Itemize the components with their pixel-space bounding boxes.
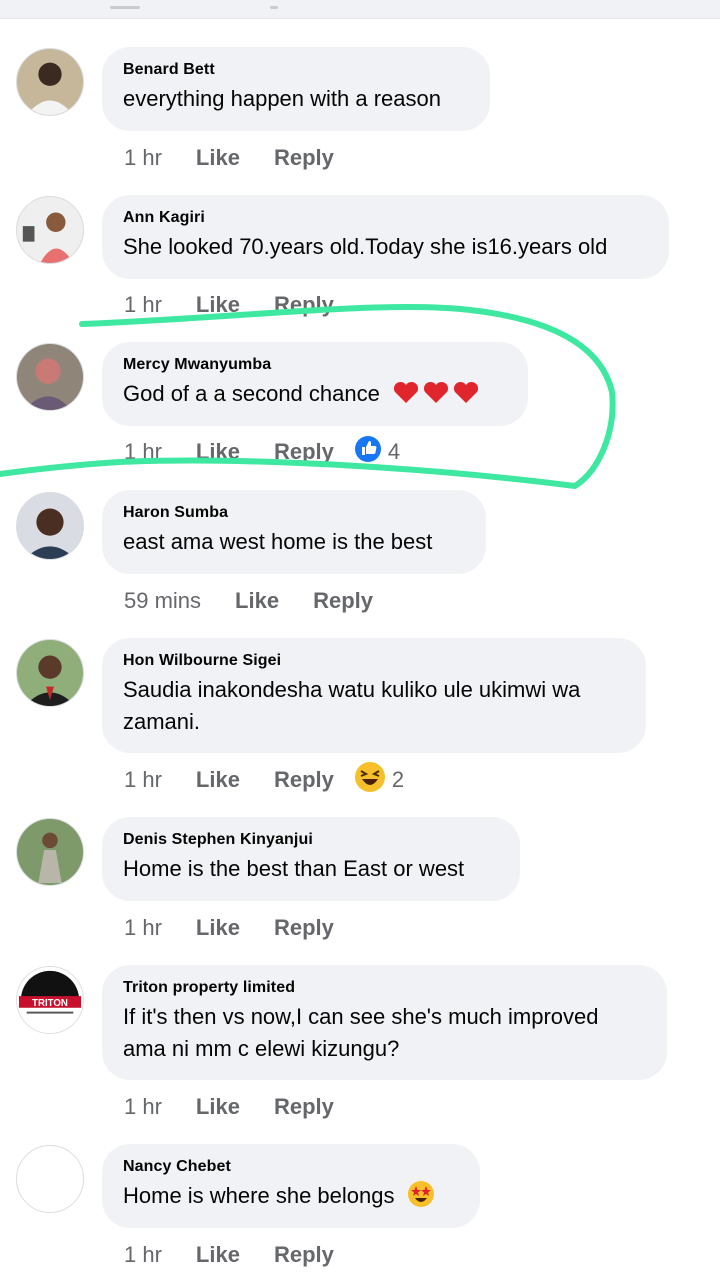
comment-text: everything happen with a reason [123, 86, 441, 111]
comment-bubble: Nancy Chebet Home is where she belongs [102, 1144, 480, 1228]
comment-actions: 1 hr Like Reply [124, 1240, 334, 1270]
comment-text-line: zamani. [123, 709, 201, 734]
like-button[interactable]: Like [196, 292, 240, 318]
triton-logo-text: TRITON [32, 998, 68, 1009]
top-bar [0, 0, 720, 19]
reaction-count: 2 [391, 767, 405, 792]
comment-bubble: Denis Stephen Kinyanjui Home is the best… [102, 817, 520, 901]
comment-actions: 1 hr Like Reply 2 [124, 762, 404, 795]
comment-time[interactable]: 1 hr [124, 1242, 162, 1268]
comment-actions: 1 hr Like Reply [124, 290, 334, 320]
comment-text-line: ama ni mm c elewi kizungu? [123, 1036, 400, 1061]
reply-button[interactable]: Reply [274, 1094, 334, 1120]
reply-button[interactable]: Reply [274, 915, 334, 941]
comment-text: God of a a second chance [123, 378, 506, 414]
comment-actions: 59 mins Like Reply [124, 586, 373, 616]
comment-actions: 1 hr Like Reply 4 [124, 435, 400, 469]
comment-bubble: Haron Sumba east ama west home is the be… [102, 490, 486, 574]
comment-time[interactable]: 1 hr [124, 292, 162, 318]
heart-emoji-icons [392, 381, 482, 414]
reaction-count: 4 [387, 439, 401, 464]
comment-text: Home is where she belongs [123, 1180, 458, 1217]
like-button[interactable]: Like [196, 1242, 240, 1268]
comment-text-content: Home is where she belongs [123, 1183, 395, 1208]
comment-time[interactable]: 1 hr [124, 915, 162, 941]
comment-time[interactable]: 1 hr [124, 1094, 162, 1120]
reaction-summary[interactable]: 4 [354, 435, 400, 469]
comment-author[interactable]: Nancy Chebet [123, 1158, 458, 1176]
reply-button[interactable]: Reply [274, 1242, 334, 1268]
comment-author[interactable]: Hon Wilbourne Sigei [123, 652, 624, 670]
avatar[interactable] [16, 1145, 84, 1213]
top-bar-fragment [270, 6, 278, 9]
comment-author[interactable]: Benard Bett [123, 61, 468, 79]
comment-text: Home is the best than East or west [123, 856, 465, 881]
star-struck-emoji-icon [407, 1180, 435, 1217]
comment-time[interactable]: 1 hr [124, 145, 162, 171]
comment-bubble: Hon Wilbourne Sigei Saudia inakondesha w… [102, 638, 646, 753]
avatar[interactable] [16, 48, 84, 116]
avatar[interactable] [16, 818, 84, 886]
reaction-summary[interactable]: 2 [354, 761, 404, 799]
avatar[interactable]: TRITON [16, 966, 84, 1034]
like-button[interactable]: Like [196, 915, 240, 941]
comment-actions: 1 hr Like Reply [124, 143, 334, 173]
comment-author[interactable]: Denis Stephen Kinyanjui [123, 831, 498, 849]
comment-text: She looked 70.years old.Today she is16.y… [123, 234, 608, 259]
comment-bubble: Mercy Mwanyumba God of a a second chance [102, 342, 528, 426]
comment-text: Saudia inakondesha watu kuliko ule ukimw… [123, 674, 624, 738]
reply-button[interactable]: Reply [274, 145, 334, 171]
avatar[interactable] [16, 492, 84, 560]
like-button[interactable]: Like [196, 439, 240, 465]
comment-time[interactable]: 59 mins [124, 588, 201, 614]
comment-author[interactable]: Ann Kagiri [123, 209, 647, 227]
reply-button[interactable]: Reply [313, 588, 373, 614]
comment-text: If it's then vs now,I can see she's much… [123, 1001, 645, 1065]
top-bar-fragment [110, 6, 140, 9]
comment-author[interactable]: Triton property limited [123, 979, 645, 997]
avatar[interactable] [16, 343, 84, 411]
avatar[interactable] [16, 639, 84, 707]
like-button[interactable]: Like [235, 588, 279, 614]
reply-button[interactable]: Reply [274, 439, 334, 465]
comment-text-content: God of a a second chance [123, 381, 380, 406]
laughing-emoji-icon [354, 761, 386, 799]
like-button[interactable]: Like [196, 145, 240, 171]
comment-bubble: Benard Bett everything happen with a rea… [102, 47, 490, 131]
reply-button[interactable]: Reply [274, 767, 334, 793]
like-button[interactable]: Like [196, 767, 240, 793]
thumbs-up-icon [354, 435, 382, 469]
comment-text-line: Saudia inakondesha watu kuliko ule ukimw… [123, 677, 581, 702]
avatar[interactable] [16, 196, 84, 264]
like-button[interactable]: Like [196, 1094, 240, 1120]
comment-text: east ama west home is the best [123, 529, 433, 554]
comment-time[interactable]: 1 hr [124, 767, 162, 793]
comment-actions: 1 hr Like Reply [124, 913, 334, 943]
reply-button[interactable]: Reply [274, 292, 334, 318]
comment-bubble: Ann Kagiri She looked 70.years old.Today… [102, 195, 669, 279]
comment-time[interactable]: 1 hr [124, 439, 162, 465]
comment-actions: 1 hr Like Reply [124, 1092, 334, 1122]
comment-text-line: If it's then vs now,I can see she's much… [123, 1004, 599, 1029]
comment-author[interactable]: Haron Sumba [123, 504, 464, 522]
comment-author[interactable]: Mercy Mwanyumba [123, 356, 506, 374]
comment-bubble: Triton property limited If it's then vs … [102, 965, 667, 1080]
